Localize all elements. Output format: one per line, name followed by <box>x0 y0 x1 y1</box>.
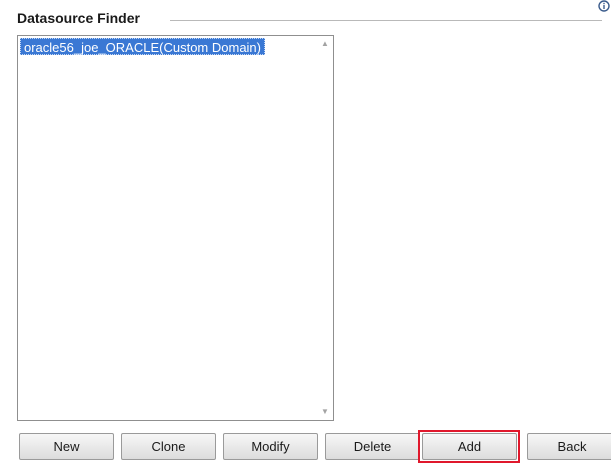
modify-button[interactable]: Modify <box>223 433 318 460</box>
new-button[interactable]: New <box>19 433 114 460</box>
scroll-up-arrow-icon[interactable]: ▲ <box>317 36 333 52</box>
help-icon[interactable] <box>598 0 611 12</box>
datasource-finder-window: Datasource Finder oracle56_joe_ORACLE(Cu… <box>0 0 611 463</box>
scroll-down-arrow-icon[interactable]: ▼ <box>317 404 333 420</box>
delete-button[interactable]: Delete <box>325 433 420 460</box>
help-icon-glyph <box>598 0 610 12</box>
button-bar: New Clone Modify Delete Add Back <box>9 430 611 463</box>
panel-title: Datasource Finder <box>17 9 143 27</box>
list-item-selected[interactable]: oracle56_joe_ORACLE(Custom Domain) <box>20 38 265 55</box>
details-panel <box>334 34 611 422</box>
clone-button[interactable]: Clone <box>121 433 216 460</box>
group-divider <box>170 20 602 21</box>
back-button[interactable]: Back <box>527 433 611 460</box>
datasource-list[interactable]: oracle56_joe_ORACLE(Custom Domain) ▲ ▼ <box>17 35 334 421</box>
add-button[interactable]: Add <box>422 433 517 460</box>
list-scrollbar[interactable]: ▲ ▼ <box>317 36 333 420</box>
